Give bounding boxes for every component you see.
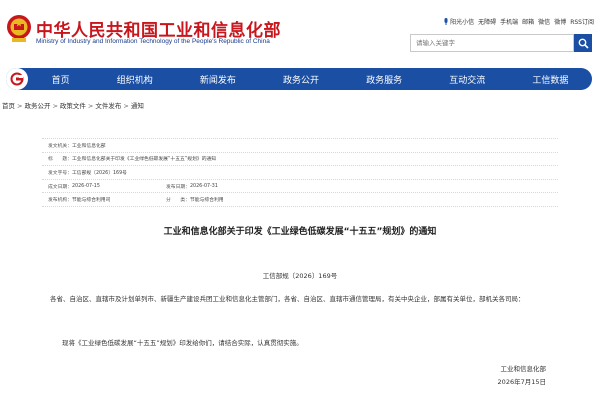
- toplink-sunshine[interactable]: 阳光小信: [443, 17, 474, 26]
- toplink-accessibility[interactable]: 无障碍: [478, 17, 496, 26]
- meta-row-dept: 发布机构： 节能与综合利用司 分 类： 节能与综合利用: [42, 193, 558, 207]
- breadcrumb-policy[interactable]: 政策文件: [60, 102, 86, 110]
- meta-value: 2026-07-31: [190, 183, 218, 189]
- breadcrumb-notice: 通知: [130, 102, 144, 110]
- meta-label: 发文机关：: [48, 143, 72, 149]
- meta-value: 工业和信息化部: [72, 143, 106, 149]
- meta-row-docno: 发文字号： 工信部规〔2026〕169号: [42, 166, 558, 180]
- meta-value: 工业和信息化部关于印发《工业绿色低碳发展“十五五”规划》的通知: [72, 157, 217, 163]
- toplink-mobile[interactable]: 手机端: [500, 17, 518, 26]
- meta-label: 分 类：: [166, 198, 190, 204]
- meta-label: 发布日期：: [166, 184, 190, 190]
- site-header: 中华人民共和国工业和信息化部 Ministry of Industry and …: [0, 0, 600, 68]
- national-emblem-icon: [7, 15, 31, 42]
- nav-item-interaction[interactable]: 互动交流: [449, 73, 485, 86]
- breadcrumb-release[interactable]: 文件发布: [95, 102, 121, 110]
- breadcrumb-separator: >: [123, 102, 129, 110]
- site-title-en: Ministry of Industry and Information Tec…: [36, 38, 270, 45]
- document-number: 工信部规〔2026〕169号: [262, 272, 338, 280]
- nav-item-news[interactable]: 新闻发布: [200, 73, 236, 86]
- toplink-rss[interactable]: RSS订阅: [570, 17, 594, 26]
- document-title: 工业和信息化部关于印发《工业绿色低碳发展“十五五”规划》的通知: [163, 227, 437, 237]
- meta-value: 2026-07-15: [72, 183, 100, 189]
- nav-item-organization[interactable]: 组织机构: [117, 73, 153, 86]
- meta-value: 节能与综合利用: [190, 198, 224, 204]
- nav-item-services[interactable]: 政务服务: [366, 73, 402, 86]
- breadcrumb: 首页 > 政务公开 > 政策文件 > 文件发布 > 通知: [2, 100, 144, 110]
- nav-items: 首页 组织机构 新闻发布 政务公开 政务服务 互动交流 工信数据: [28, 73, 592, 86]
- nav-item-home[interactable]: 首页: [52, 73, 70, 86]
- meta-cell-category: 分 类： 节能与综合利用: [166, 196, 224, 203]
- meta-row-dates: 成文日期： 2026-07-15 发布日期： 2026-07-31: [42, 180, 558, 194]
- main-nav: 首页 组织机构 新闻发布 政务公开 政务服务 互动交流 工信数据: [6, 68, 592, 90]
- nav-item-public-affairs[interactable]: 政务公开: [283, 73, 319, 86]
- meta-cell-published: 发布日期： 2026-07-31: [166, 183, 218, 190]
- toplink-mail[interactable]: 邮箱: [522, 17, 534, 26]
- document-body: 现将《工业绿色低碳发展“十五五”规划》印发给你们，请结合实际，认真贯彻实施。: [62, 339, 303, 347]
- nav-item-data[interactable]: 工信数据: [532, 73, 568, 86]
- meta-label: 标 题：: [48, 157, 72, 163]
- top-links: 阳光小信 无障碍 手机端 邮箱 微信 微博 RSS订阅: [443, 17, 594, 26]
- meta-row-title: 标 题： 工业和信息化部关于印发《工业绿色低碳发展“十五五”规划》的通知: [42, 153, 558, 167]
- meta-label: 成文日期：: [48, 184, 72, 190]
- meta-label: 发文字号：: [48, 170, 72, 176]
- document-date: 2026年7月15日: [497, 378, 546, 386]
- meta-value: 工信部规〔2026〕169号: [72, 170, 127, 176]
- meta-row-issuer: 发文机关： 工业和信息化部: [42, 139, 558, 153]
- toplink-wechat[interactable]: 微信: [538, 17, 550, 26]
- nav-home-logo[interactable]: [6, 68, 28, 90]
- document-signature: 工业和信息化部: [500, 365, 547, 373]
- document-addressee: 各省、自治区、直辖市及计划单列市、新疆生产建设兵团工业和信息化主管部门，各省、自…: [50, 295, 525, 303]
- breadcrumb-separator: >: [52, 102, 58, 110]
- breadcrumb-separator: >: [87, 102, 94, 110]
- meta-cell-dept: 发布机构： 节能与综合利用司: [48, 196, 166, 203]
- search-icon: [578, 38, 589, 49]
- sunshine-icon: [444, 18, 448, 25]
- toplink-weibo[interactable]: 微博: [554, 17, 566, 26]
- toplink-label: 阳光小信: [450, 19, 475, 26]
- meta-label: 发布机构：: [48, 198, 72, 204]
- document-metadata: 发文机关： 工业和信息化部 标 题： 工业和信息化部关于印发《工业绿色低碳发展“…: [42, 138, 558, 207]
- search-button[interactable]: [574, 34, 592, 52]
- search-input[interactable]: [410, 34, 574, 52]
- breadcrumb-home[interactable]: 首页: [2, 102, 15, 110]
- meta-value: 节能与综合利用司: [72, 198, 111, 204]
- breadcrumb-separator: >: [17, 102, 23, 110]
- meta-cell-created: 成文日期： 2026-07-15: [48, 183, 166, 190]
- breadcrumb-public-affairs[interactable]: 政务公开: [24, 102, 50, 110]
- ministry-logo-icon: [10, 72, 24, 86]
